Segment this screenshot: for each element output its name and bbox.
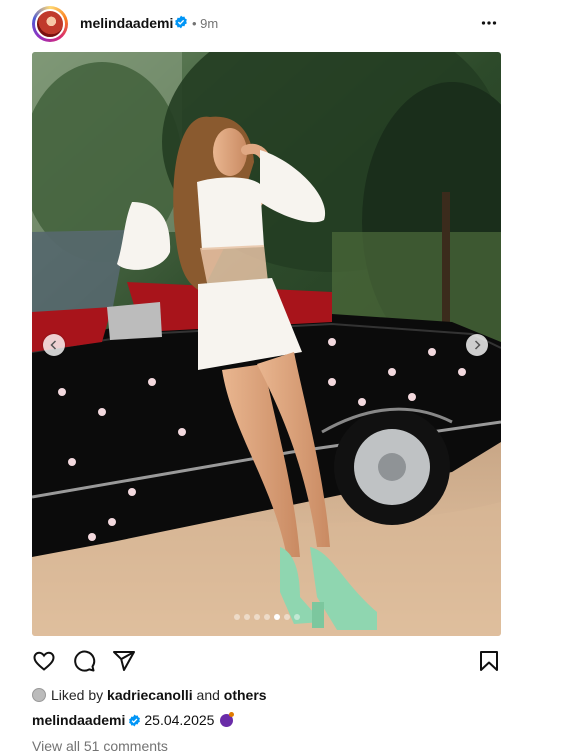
- send-icon[interactable]: [112, 649, 136, 673]
- verified-badge-icon: [129, 714, 141, 727]
- likes-prefix: Liked by: [51, 687, 104, 703]
- carousel-indicator: [32, 614, 501, 620]
- chevron-right-icon: [474, 340, 481, 350]
- post-header: melindaademi • 9m: [32, 4, 500, 44]
- caption-text: 25.04.2025: [144, 712, 215, 728]
- liker-username[interactable]: kadriecanolli: [107, 687, 193, 703]
- carousel-next-button[interactable]: [466, 334, 488, 356]
- more-horizontal-icon[interactable]: [478, 12, 500, 34]
- verified-badge-icon: [175, 15, 187, 29]
- avatar[interactable]: [35, 9, 65, 39]
- carousel-dot: [293, 614, 300, 620]
- photo-illustration: [32, 52, 501, 636]
- post-caption: melindaademi 25.04.2025: [32, 712, 235, 730]
- likes-others-link[interactable]: others: [224, 687, 267, 703]
- carousel-dot: [243, 614, 250, 620]
- carousel-dot: [233, 614, 240, 620]
- emoji-icon: [220, 712, 235, 727]
- view-all-comments-link[interactable]: View all 51 comments: [32, 738, 168, 754]
- bookmark-icon[interactable]: [477, 649, 501, 673]
- carousel-dot: [253, 614, 260, 620]
- carousel-dot-active: [273, 614, 280, 620]
- liker-avatar[interactable]: [32, 688, 46, 702]
- avatar-story-ring[interactable]: [32, 6, 68, 42]
- carousel-dot: [283, 614, 290, 620]
- post-photo[interactable]: [32, 52, 501, 636]
- carousel-prev-button[interactable]: [43, 334, 65, 356]
- likes-conjunction: and: [196, 687, 220, 703]
- likes-summary: Liked by kadriecanolli and others: [32, 687, 267, 705]
- carousel-dot: [263, 614, 270, 620]
- heart-icon[interactable]: [32, 649, 56, 673]
- post-actions: [32, 649, 502, 675]
- post-time: • 9m: [192, 16, 219, 31]
- post-username[interactable]: melindaademi: [80, 15, 173, 31]
- comment-icon[interactable]: [72, 649, 96, 673]
- caption-username[interactable]: melindaademi: [32, 712, 125, 728]
- chevron-left-icon: [50, 340, 57, 350]
